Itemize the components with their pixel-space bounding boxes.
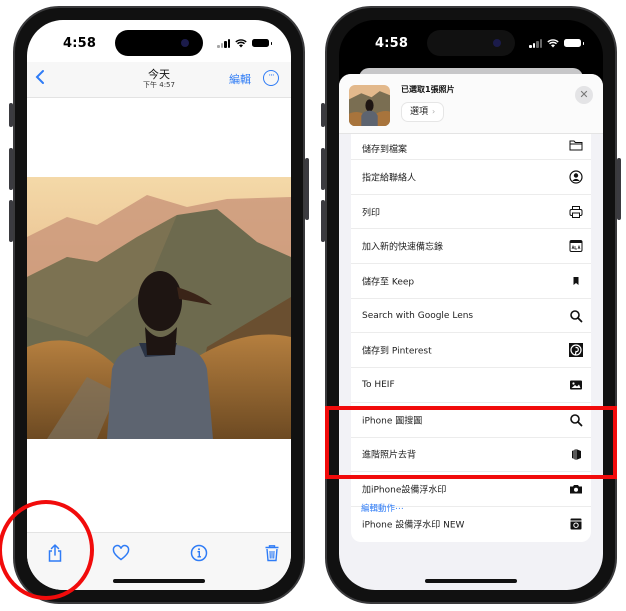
action-to-heif[interactable]: To HEIF xyxy=(351,368,591,403)
power-button xyxy=(617,158,621,220)
heart-icon xyxy=(112,544,130,561)
options-button[interactable]: 選項 › xyxy=(401,102,445,122)
pinterest-icon xyxy=(569,343,583,358)
home-indicator xyxy=(425,579,517,583)
edit-button[interactable]: 編輯 xyxy=(229,71,251,87)
status-bar: 4:58 xyxy=(339,34,603,54)
remove-background-highlight-box xyxy=(325,406,617,479)
trash-icon xyxy=(265,545,279,562)
status-time: 4:58 xyxy=(375,36,409,51)
volume-down-button xyxy=(9,200,13,242)
share-highlight-circle xyxy=(0,500,94,600)
volume-up-button xyxy=(9,148,13,190)
action-assign-to-contact[interactable]: 指定給聯絡人 xyxy=(351,160,591,195)
edit-actions-link[interactable]: 編輯動作⋯ xyxy=(361,502,404,514)
quick-note-icon xyxy=(569,240,583,253)
action-button xyxy=(9,103,13,127)
folder-icon xyxy=(569,140,583,151)
battery-icon xyxy=(564,39,584,47)
status-bar: 4:58 xyxy=(27,34,291,54)
battery-icon xyxy=(252,39,272,47)
camera-icon xyxy=(570,485,582,494)
action-label: 儲存至 Keep xyxy=(362,277,415,288)
action-google-lens[interactable]: Search with Google Lens xyxy=(351,299,591,334)
action-label: 儲存到 Pinterest xyxy=(362,346,432,357)
chevron-right-icon: › xyxy=(432,107,436,116)
right-phone: 4:58 已選取1張照片 選項 › ✕ 儲存到檔案 指定給聯絡人 列印 加入新的… xyxy=(321,6,621,604)
photo-thumbnail xyxy=(349,85,390,126)
action-quick-note[interactable]: 加入新的快速備忘錄 xyxy=(351,229,591,265)
home-indicator xyxy=(113,579,205,583)
info-button[interactable] xyxy=(189,543,209,563)
more-button[interactable]: ··· xyxy=(263,70,279,86)
cellular-signal-icon xyxy=(217,38,230,48)
selection-title: 已選取1張照片 xyxy=(401,85,455,94)
close-icon: ✕ xyxy=(579,88,589,101)
close-button[interactable]: ✕ xyxy=(575,86,593,104)
share-sheet-screen: 4:58 已選取1張照片 選項 › ✕ 儲存到檔案 指定給聯絡人 列印 加入新的… xyxy=(339,20,603,590)
action-button xyxy=(321,103,325,127)
bookmark-icon xyxy=(573,276,579,285)
wifi-icon xyxy=(547,38,559,47)
printer-icon xyxy=(569,205,583,218)
volume-down-button xyxy=(321,200,325,242)
volume-up-button xyxy=(321,148,325,190)
nav-subtitle: 下午 4:57 xyxy=(143,81,175,89)
action-print[interactable]: 列印 xyxy=(351,195,591,230)
action-label: 加iPhone設備浮水印 xyxy=(362,485,447,496)
options-label: 選項 xyxy=(410,107,429,117)
action-label: iPhone 設備浮水印 NEW xyxy=(362,520,465,531)
action-label: To HEIF xyxy=(362,379,395,390)
favorite-button[interactable] xyxy=(111,543,131,563)
action-label: 列印 xyxy=(362,208,381,219)
search-icon xyxy=(570,309,583,322)
action-save-to-pinterest[interactable]: 儲存到 Pinterest xyxy=(351,333,591,369)
share-sheet-header: 已選取1張照片 選項 › ✕ xyxy=(339,74,603,134)
action-label: 指定給聯絡人 xyxy=(362,173,417,184)
photo-icon xyxy=(570,380,582,390)
info-circle-icon xyxy=(190,544,208,562)
action-save-to-keep[interactable]: 儲存至 Keep xyxy=(351,264,591,299)
nav-bar: 今天 下午 4:57 編輯 ··· xyxy=(27,62,291,98)
camera-frame-icon xyxy=(570,518,582,530)
thumbnail-image xyxy=(349,85,390,126)
action-label: 加入新的快速備忘錄 xyxy=(362,242,444,253)
action-label: 儲存到檔案 xyxy=(362,145,408,155)
ellipsis-icon: ··· xyxy=(268,71,275,81)
action-save-to-files[interactable]: 儲存到檔案 xyxy=(351,134,591,160)
mountain-photo xyxy=(27,177,291,439)
power-button xyxy=(305,158,309,220)
action-label: Search with Google Lens xyxy=(362,310,474,321)
action-list: 儲存到檔案 指定給聯絡人 列印 加入新的快速備忘錄 儲存至 Keep Searc… xyxy=(351,134,591,542)
delete-button[interactable] xyxy=(262,543,282,563)
wifi-icon xyxy=(235,38,247,47)
status-time: 4:58 xyxy=(63,36,97,51)
person-circle-icon xyxy=(569,170,583,184)
photo[interactable] xyxy=(27,177,291,439)
cellular-signal-icon xyxy=(529,38,542,48)
